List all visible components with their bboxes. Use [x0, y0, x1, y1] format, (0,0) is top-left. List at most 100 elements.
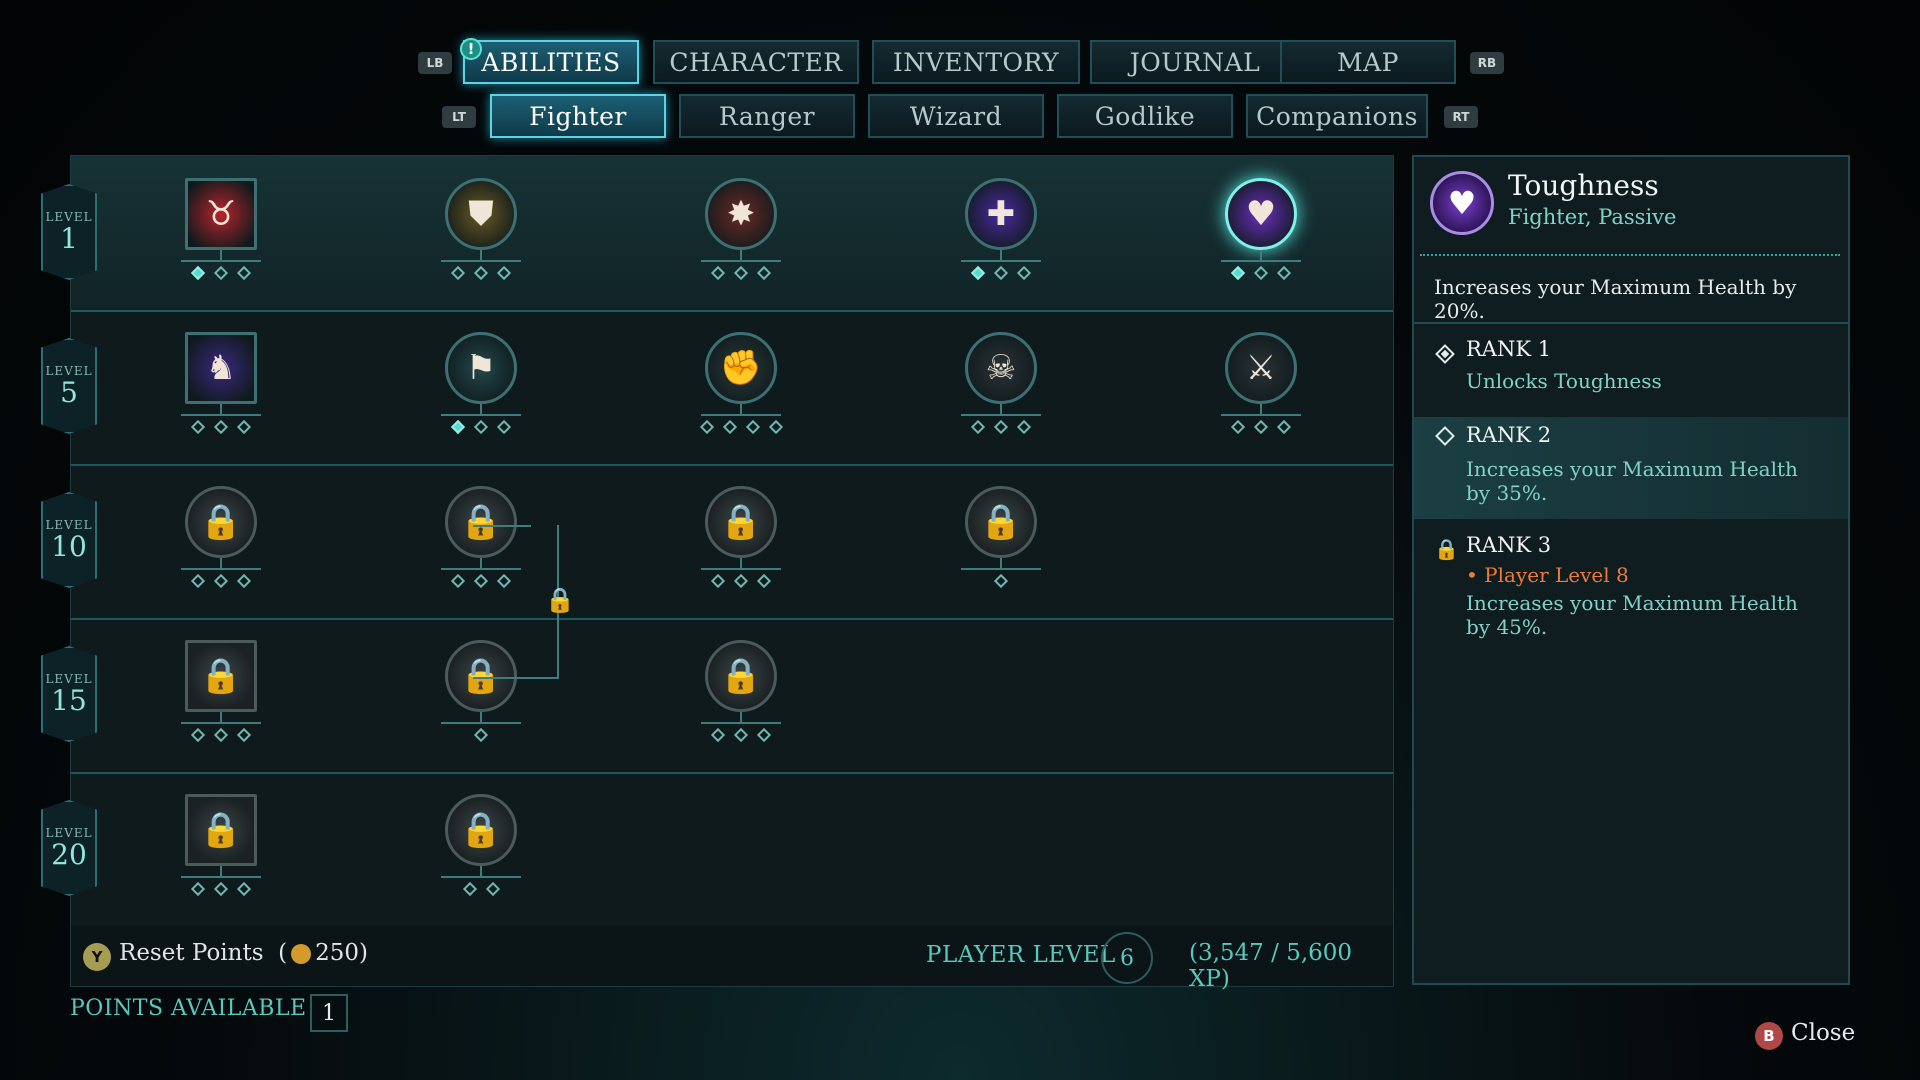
rank-pip-empty — [710, 573, 726, 589]
ability-node[interactable]: 🔒 — [181, 794, 261, 897]
node-stem — [1260, 404, 1262, 414]
rank-pip-empty — [213, 727, 229, 743]
rank-pip-empty — [473, 727, 489, 743]
ability-node[interactable]: 🔒 — [181, 640, 261, 743]
node-baseline — [701, 568, 781, 570]
node-baseline — [181, 414, 261, 416]
rt-trigger-hint[interactable]: RT — [1444, 106, 1478, 128]
tab-character[interactable]: CHARACTER — [653, 40, 859, 84]
locked-ability-icon: 🔒 — [185, 794, 257, 866]
rank-pips — [961, 573, 1041, 589]
subtab-wizard[interactable]: Wizard — [868, 94, 1044, 138]
tab-journal[interactable]: JOURNAL — [1090, 40, 1300, 84]
node-baseline — [441, 414, 521, 416]
rank-pips — [1221, 265, 1301, 281]
lb-bumper-hint[interactable]: LB — [418, 52, 452, 74]
node-baseline — [961, 260, 1041, 262]
y-button-icon[interactable]: Y — [83, 943, 111, 971]
ability-description: Increases your Maximum Health by 20%. — [1434, 275, 1797, 323]
ability-node[interactable]: 🔒 — [701, 486, 781, 589]
rank-2[interactable]: RANK 2 Increases your Maximum Health by … — [1414, 417, 1848, 519]
ability-node[interactable]: ♞ — [181, 332, 261, 435]
tab-abilities[interactable]: ABILITIES — [463, 40, 639, 84]
rank-pip-empty — [496, 419, 512, 435]
node-stem — [480, 712, 482, 722]
reset-cost-open: ( — [278, 940, 288, 966]
rank-description: Increases your Maximum Health by 45%. — [1466, 591, 1798, 639]
reset-cost: 250 — [315, 940, 360, 966]
ability-node[interactable]: 🔒 — [441, 486, 521, 589]
rank-pips — [181, 727, 261, 743]
subtab-fighter[interactable]: Fighter — [490, 94, 666, 138]
rank-pip-empty — [473, 265, 489, 281]
rank-pip-empty — [710, 265, 726, 281]
ability-node[interactable]: ☠ — [961, 332, 1041, 435]
node-baseline — [1221, 260, 1301, 262]
rank-3[interactable]: 🔒 RANK 3 • Player Level 8 Increases your… — [1414, 533, 1848, 643]
heart-toughness-icon: ♥ — [1225, 178, 1297, 250]
ability-node[interactable]: ✊ — [699, 332, 783, 435]
node-stem — [1000, 250, 1002, 260]
rank-pip-empty — [496, 265, 512, 281]
rank-pips — [441, 419, 521, 435]
b-button-icon[interactable]: B — [1755, 1022, 1783, 1050]
rank-pip-empty — [190, 419, 206, 435]
ability-subtitle: Fighter, Passive — [1508, 205, 1677, 229]
reset-points-button[interactable]: Reset Points (250) — [119, 940, 368, 966]
ability-node[interactable]: ✚ — [961, 178, 1041, 281]
rank-pip-empty — [993, 573, 1009, 589]
level-badge: LEVEL 1 — [41, 184, 97, 280]
rank-pip-empty — [768, 419, 783, 435]
ability-node[interactable]: 🔒 — [961, 486, 1041, 589]
node-stem — [480, 250, 482, 260]
double-axe-icon: ⚔ — [1225, 332, 1297, 404]
rank-owned-icon — [1435, 344, 1455, 364]
node-baseline — [1221, 414, 1301, 416]
ability-node[interactable]: ⚔ — [1221, 332, 1301, 435]
notification-icon: ! — [460, 38, 482, 60]
rank-pips — [1221, 419, 1301, 435]
node-stem — [1000, 404, 1002, 414]
rank-1[interactable]: RANK 1 Unlocks Toughness — [1414, 337, 1848, 407]
ability-node[interactable]: ⛊ — [441, 178, 521, 281]
rb-bumper-hint[interactable]: RB — [1470, 52, 1504, 74]
subtab-companions[interactable]: Companions — [1246, 94, 1428, 138]
tree-footer: Y Reset Points (250) PLAYER LEVEL 6 (3,5… — [71, 926, 1393, 992]
ability-node[interactable]: 🔒 — [701, 640, 781, 743]
rank-pip-empty — [1276, 419, 1292, 435]
node-baseline — [961, 568, 1041, 570]
rank-pips — [441, 881, 521, 897]
subtab-ranger[interactable]: Ranger — [679, 94, 855, 138]
rank-pip-empty — [1016, 265, 1032, 281]
lt-trigger-hint[interactable]: LT — [442, 106, 476, 128]
ability-row-level-20: LEVEL 20 🔒 🔒 — [41, 772, 1393, 928]
ability-node[interactable]: ♉ — [181, 178, 261, 281]
detail-header: ♥ Toughness Fighter, Passive — [1414, 157, 1848, 252]
rank-pip-empty — [213, 573, 229, 589]
ability-node[interactable]: 🔒 — [441, 640, 521, 743]
tab-map[interactable]: MAP — [1280, 40, 1456, 84]
close-button[interactable]: Close — [1791, 1020, 1855, 1046]
bull-emblem-icon: ♉ — [185, 178, 257, 250]
level-badge: LEVEL 10 — [41, 492, 97, 588]
node-stem — [740, 558, 742, 568]
rank-pips — [181, 881, 261, 897]
locked-ability-icon: 🔒 — [445, 794, 517, 866]
tab-inventory[interactable]: INVENTORY — [872, 40, 1080, 84]
rank-pips — [441, 727, 521, 743]
node-baseline — [701, 260, 781, 262]
ability-tree-panel: LEVEL 20 🔒 🔒 LEVEL 15 🔒 🔒 🔒 LEVEL 10 🔒 🔒 🔒 🔒 LEVEL 5 ♞ ⚑ ✊ ☠… — [41, 155, 1394, 992]
ability-node[interactable]: 🔒 — [181, 486, 261, 589]
rank-pip-empty — [190, 881, 206, 897]
subtab-godlike[interactable]: Godlike — [1057, 94, 1233, 138]
node-baseline — [441, 722, 521, 724]
rank-pip-empty — [190, 727, 206, 743]
rank-pip-empty — [1276, 265, 1292, 281]
ability-node[interactable]: ⚑ — [441, 332, 521, 435]
rank-pip-empty — [496, 573, 512, 589]
ability-node[interactable]: ✸ — [701, 178, 781, 281]
rank-description: Unlocks Toughness — [1466, 369, 1662, 393]
node-baseline — [181, 722, 261, 724]
ability-node[interactable]: ♥ — [1221, 178, 1301, 281]
ability-node[interactable]: 🔒 — [441, 794, 521, 897]
